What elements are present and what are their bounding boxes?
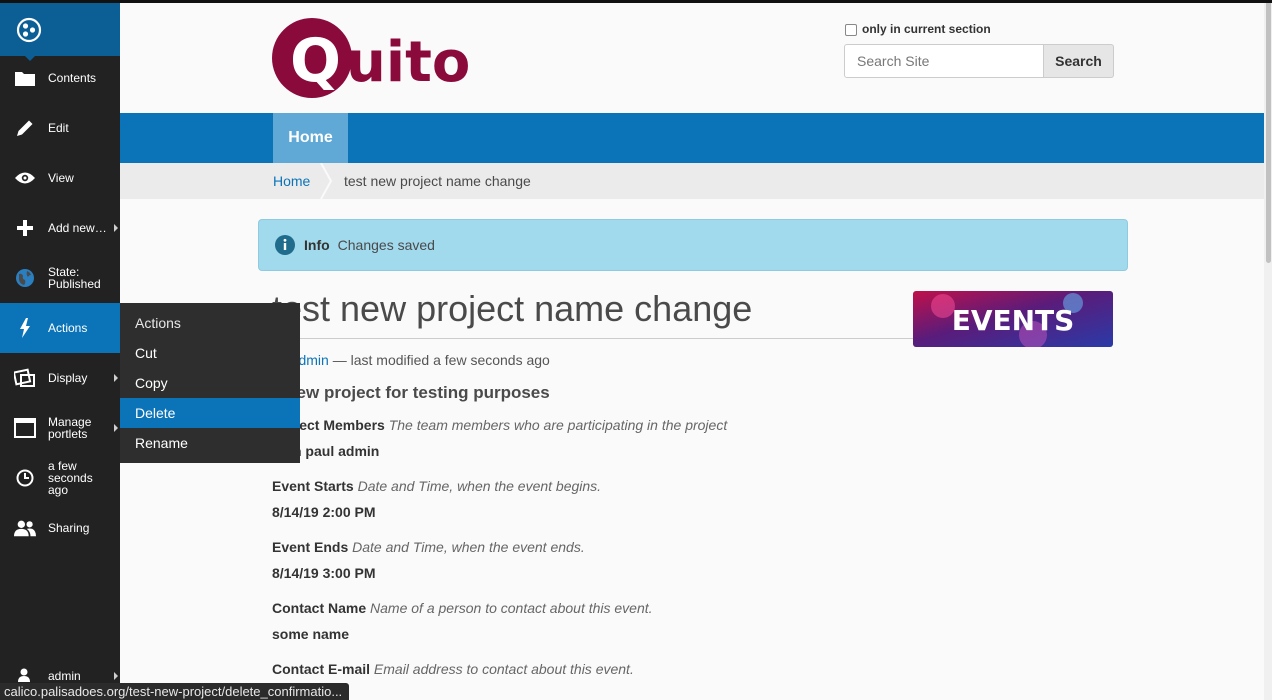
toolbar-view[interactable]: View (0, 153, 120, 203)
scope-checkbox[interactable] (845, 24, 857, 36)
toolbar-contents[interactable]: Contents (0, 53, 120, 103)
search-area: only in current section Search (844, 22, 1114, 78)
plone-logo-icon (16, 17, 42, 42)
actions-menu-header: Actions (135, 315, 181, 331)
clock-icon (14, 467, 36, 489)
search-button[interactable]: Search (1044, 44, 1114, 78)
toolbar-label: a few seconds ago (48, 459, 93, 497)
field-label-project-members: Project Members The team members who are… (272, 417, 728, 433)
search-row: Search (844, 44, 1114, 78)
display-icon (14, 367, 36, 389)
bolt-icon (14, 317, 36, 339)
toolbar-label: State: Published (48, 265, 101, 291)
window-icon (14, 417, 36, 439)
field-value-event-ends: 8/14/19 3:00 PM (272, 565, 376, 581)
quito-logo: Q uito (272, 18, 470, 98)
site-logo[interactable]: Q uito (272, 17, 484, 106)
status-message-text: Changes saved (337, 237, 435, 253)
globe-icon (14, 267, 36, 289)
field-label-contact-name: Contact Name Name of a person to contact… (272, 600, 653, 616)
field-label-contact-email: Contact E-mail Email address to contact … (272, 661, 634, 677)
submenu-arrow-icon (114, 374, 118, 382)
toolbar-state[interactable]: State: Published (0, 253, 120, 303)
search-input[interactable] (844, 44, 1044, 78)
user-icon (18, 668, 32, 684)
breadcrumb-home[interactable]: Home (273, 173, 310, 189)
plone-toolbar: Contents Edit View Add new… State: Publis… (0, 0, 127, 700)
toolbar-add-new[interactable]: Add new… (0, 203, 120, 253)
status-message: Info Changes saved (258, 219, 1128, 271)
window-top-edge (0, 0, 1272, 3)
breadcrumb-separator-icon (320, 163, 333, 199)
byline-modified: — last modified a few seconds ago (332, 352, 550, 368)
byline: by admin — last modified a few seconds a… (272, 352, 550, 368)
toolbar-label: Edit (48, 121, 69, 135)
toolbar-history[interactable]: a few seconds ago (0, 453, 120, 503)
folder-icon (14, 67, 36, 89)
plus-icon (14, 217, 36, 239)
eye-icon (14, 167, 36, 189)
field-label-event-ends: Event Ends Date and Time, when the event… (272, 539, 585, 555)
toolbar-manage-portlets[interactable]: Manage portlets (0, 403, 120, 453)
submenu-arrow-icon (114, 224, 118, 232)
toolbar-actions[interactable]: Actions (0, 303, 127, 353)
lead-image[interactable]: EVENTS (913, 291, 1113, 347)
breadcrumb: Home test new project name change (120, 163, 1264, 199)
toolbar-sharing[interactable]: Sharing (0, 503, 120, 553)
field-label-event-starts: Event Starts Date and Time, when the eve… (272, 478, 602, 494)
status-message-title: Info (304, 237, 330, 253)
menu-item-cut[interactable]: Cut (120, 338, 300, 368)
field-value-event-starts: 8/14/19 2:00 PM (272, 504, 376, 520)
browser-status-url: calico.palisadoes.org/test-new-project/d… (0, 683, 350, 700)
users-icon (14, 517, 36, 539)
document-description: a new project for testing purposes (272, 383, 550, 402)
toolbar-label: Add new… (48, 221, 107, 235)
submenu-arrow-icon (114, 672, 118, 680)
submenu-arrow-icon (114, 424, 118, 432)
field-value-contact-name: some name (272, 626, 350, 642)
scope-row: only in current section (844, 22, 1114, 36)
main-navigation: Home (120, 113, 1264, 163)
breadcrumb-current: test new project name change (344, 173, 531, 189)
menu-item-rename[interactable]: Rename (120, 428, 300, 458)
toolbar-label: View (48, 171, 74, 185)
scope-label: only in current section (862, 22, 991, 36)
page-title: test new project name change (272, 288, 917, 339)
actions-menu: Actions Cut Copy Delete Rename (120, 303, 300, 463)
menu-item-delete[interactable]: Delete (120, 398, 300, 428)
nav-item-home[interactable]: Home (273, 113, 348, 163)
toolbar-logo[interactable] (0, 3, 120, 61)
toolbar-label: Manage portlets (48, 415, 92, 441)
toolbar-edit[interactable]: Edit (0, 103, 120, 153)
menu-item-copy[interactable]: Copy (120, 368, 300, 398)
info-icon (275, 235, 295, 255)
toolbar-label: Display (48, 371, 88, 385)
toolbar-username: admin (48, 669, 81, 683)
toolbar-label: Contents (48, 71, 97, 85)
scrollbar-thumb[interactable] (1266, 0, 1271, 263)
toolbar-display[interactable]: Display (0, 353, 120, 403)
toolbar-label: Sharing (48, 521, 90, 535)
toolbar-label: Actions (48, 321, 88, 335)
pencil-icon (14, 117, 36, 139)
lead-image-text: EVENTS (952, 304, 1075, 337)
logo-text-rest: uito (346, 30, 470, 95)
logo-letter-q: Q (290, 26, 341, 96)
